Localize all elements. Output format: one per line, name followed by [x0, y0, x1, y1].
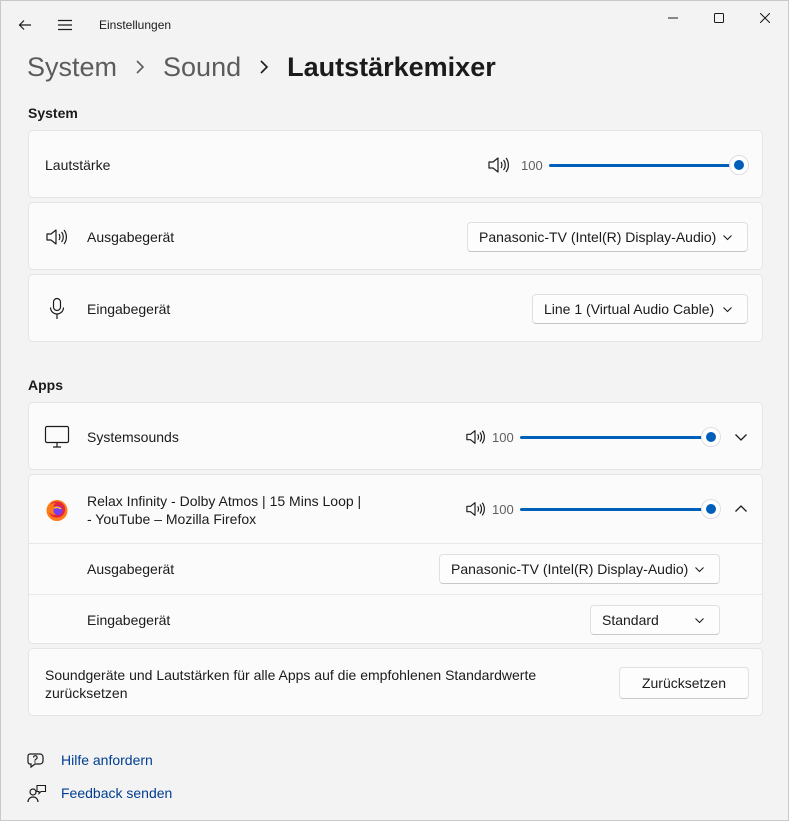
feedback-link[interactable]: Feedback senden: [61, 785, 172, 801]
firefox-input-label: Eingabegerät: [87, 612, 171, 628]
speaker-icon[interactable]: [465, 500, 485, 518]
system-volume-card: Lautstärke 100: [28, 130, 763, 198]
chevron-right-icon: [135, 60, 145, 74]
firefox-input-dropdown[interactable]: Standard: [590, 605, 720, 635]
slider-track: [549, 164, 739, 167]
reset-button[interactable]: Zurücksetzen: [619, 667, 749, 699]
output-device-dropdown[interactable]: Panasonic-TV (Intel(R) Display-Audio): [467, 222, 748, 252]
firefox-volume-slider[interactable]: [520, 499, 721, 519]
firefox-app-card: Relax Infinity - Dolby Atmos | 15 Mins L…: [28, 474, 763, 644]
title-bar: Einstellungen: [1, 1, 788, 49]
speaker-icon: [45, 227, 69, 247]
back-button[interactable]: [9, 9, 41, 41]
expand-chevron-down-icon[interactable]: [731, 429, 751, 445]
input-device-dropdown[interactable]: Line 1 (Virtual Audio Cable): [532, 294, 748, 324]
maximize-button[interactable]: [696, 1, 742, 35]
chevron-right-icon: [259, 60, 269, 74]
dropdown-value: Panasonic-TV (Intel(R) Display-Audio): [451, 561, 689, 577]
maximize-icon: [714, 13, 724, 23]
reset-card: Soundgeräte und Lautstärken für alle App…: [28, 648, 763, 716]
chevron-down-icon: [723, 307, 732, 313]
dropdown-value: Standard: [602, 612, 659, 628]
dropdown-value: Panasonic-TV (Intel(R) Display-Audio): [479, 229, 717, 245]
hamburger-icon: [58, 19, 72, 31]
systemsounds-volume-slider[interactable]: [520, 427, 721, 447]
section-label-system: System: [28, 105, 78, 121]
output-device-label: Ausgabegerät: [87, 229, 175, 245]
page-title: Lautstärkemixer: [287, 51, 496, 82]
firefox-title-line2: - YouTube – Mozilla Firefox: [87, 511, 257, 527]
firefox-title-line1: Relax Infinity - Dolby Atmos | 15 Mins L…: [87, 493, 362, 509]
microphone-icon: [47, 297, 67, 321]
breadcrumb-system[interactable]: System: [27, 52, 117, 83]
divider: [29, 543, 762, 544]
slider-thumb[interactable]: [701, 427, 721, 447]
section-label-apps: Apps: [28, 377, 63, 393]
dropdown-value: Line 1 (Virtual Audio Cable): [544, 301, 715, 317]
firefox-output-dropdown[interactable]: Panasonic-TV (Intel(R) Display-Audio): [439, 554, 720, 584]
firefox-volume-value: 100: [492, 502, 514, 517]
systemsounds-card: Systemsounds 100: [28, 402, 763, 470]
slider-track: [520, 508, 711, 511]
firefox-icon: [45, 498, 69, 522]
output-device-card: Ausgabegerät Panasonic-TV (Intel(R) Disp…: [28, 202, 763, 270]
minimize-icon: [668, 17, 678, 19]
chevron-down-icon: [723, 235, 732, 241]
close-button[interactable]: [742, 1, 788, 35]
settings-window: Einstellungen System Sound Lautstärkemix…: [0, 0, 789, 821]
breadcrumb-sound[interactable]: Sound: [163, 52, 241, 83]
collapse-chevron-up-icon[interactable]: [731, 501, 751, 517]
systemsounds-volume-value: 100: [492, 430, 514, 445]
chevron-down-icon: [695, 567, 704, 573]
systemsounds-label: Systemsounds: [87, 429, 179, 445]
menu-button[interactable]: [49, 9, 81, 41]
reset-text-line1: Soundgeräte und Lautstärken für alle App…: [45, 667, 537, 683]
help-link[interactable]: Hilfe anfordern: [61, 752, 153, 768]
chevron-down-icon: [695, 618, 704, 624]
window-title: Einstellungen: [99, 18, 172, 32]
volume-value: 100: [521, 158, 543, 173]
volume-slider[interactable]: [549, 155, 749, 175]
volume-label: Lautstärke: [45, 157, 111, 173]
reset-text-line2: zurücksetzen: [45, 685, 128, 701]
speaker-icon[interactable]: [465, 428, 485, 446]
minimize-button[interactable]: [650, 1, 696, 35]
slider-thumb[interactable]: [729, 155, 749, 175]
close-icon: [760, 13, 770, 23]
feedback-icon: [27, 784, 47, 804]
input-device-label: Eingabegerät: [87, 301, 171, 317]
slider-track: [520, 436, 711, 439]
firefox-output-label: Ausgabegerät: [87, 561, 175, 577]
slider-thumb[interactable]: [701, 499, 721, 519]
help-icon: [27, 751, 47, 771]
monitor-icon: [44, 425, 70, 449]
breadcrumb: System Sound Lautstärkemixer: [27, 47, 496, 87]
divider: [29, 594, 762, 595]
speaker-icon[interactable]: [487, 155, 509, 175]
back-arrow-icon: [18, 20, 31, 30]
input-device-card: Eingabegerät Line 1 (Virtual Audio Cable…: [28, 274, 763, 342]
